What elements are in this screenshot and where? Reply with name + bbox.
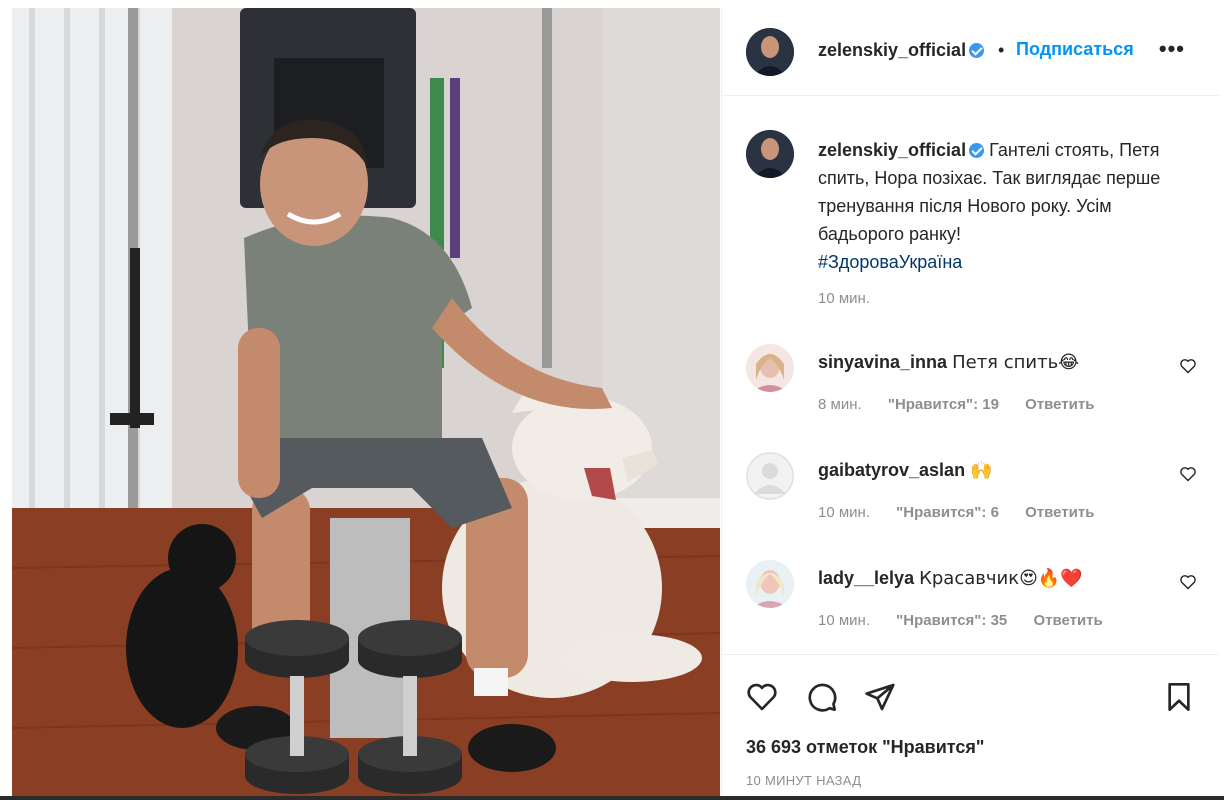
caption-hashtag[interactable]: #ЗдороваУкраїна	[818, 248, 1198, 276]
comment-like-heart-icon[interactable]	[1179, 466, 1197, 482]
comment-text: sinyavina_inna Петя спить😂	[818, 352, 1079, 373]
comment-meta: 10 мин. "Нравится": 6 Ответить	[818, 504, 1116, 521]
comment-time: 10 мин.	[818, 504, 870, 521]
commenter-avatar[interactable]	[746, 452, 794, 500]
comment-like-heart-icon[interactable]	[1179, 574, 1197, 590]
author-username[interactable]: zelenskiy_official	[818, 40, 985, 61]
verified-badge-icon	[969, 143, 985, 158]
comment-text: gaibatyrov_aslan 🙌	[818, 460, 993, 481]
comment-meta: 8 мин. "Нравится": 19 Ответить	[818, 396, 1116, 413]
likes-count[interactable]: 36 693 отметок "Нравится"	[746, 737, 984, 758]
comment-likes[interactable]: "Нравится": 19	[888, 396, 999, 413]
author-avatar[interactable]	[746, 28, 794, 76]
comment-time: 8 мин.	[818, 396, 862, 413]
bookmark-icon[interactable]	[1163, 681, 1195, 713]
comment-like-heart-icon[interactable]	[1179, 358, 1197, 374]
caption-username[interactable]: zelenskiy_official	[818, 140, 966, 160]
post-timestamp: 10 МИНУТ НАЗАД	[746, 773, 862, 788]
more-options-icon[interactable]: •••	[1159, 36, 1185, 62]
post-side-panel: zelenskiy_official • Подписаться ••• zel…	[721, 8, 1219, 796]
post-photo-illustration	[12, 8, 720, 796]
comment-meta: 10 мин. "Нравится": 35 Ответить	[818, 612, 1125, 629]
paper-plane-icon[interactable]	[864, 681, 896, 713]
heart-icon[interactable]	[746, 681, 778, 713]
comment-body: 🙌	[970, 460, 993, 481]
comment-item: sinyavina_inna Петя спить😂 8 мин. "Нрави…	[722, 344, 1219, 444]
author-username-text[interactable]: zelenskiy_official	[818, 40, 966, 60]
header-separator: •	[998, 40, 1005, 60]
caption-timestamp: 10 мин.	[818, 290, 870, 307]
comment-item: gaibatyrov_aslan 🙌 10 мин. "Нравится": 6…	[722, 452, 1219, 552]
comment-body: Красавчик😍🔥❤️	[919, 568, 1083, 589]
post-caption: zelenskiy_official Гантелі стоять, Петя …	[818, 136, 1198, 276]
comment-text: lady__lelya Красавчик😍🔥❤️	[818, 568, 1083, 589]
reply-button[interactable]: Ответить	[1033, 612, 1102, 629]
post-header: zelenskiy_official • Подписаться •••	[722, 8, 1219, 96]
comment-likes[interactable]: "Нравится": 6	[896, 504, 999, 521]
commenter-avatar[interactable]	[746, 560, 794, 608]
post-actions: 36 693 отметок "Нравится" 10 МИНУТ НАЗАД	[722, 654, 1219, 796]
instagram-post-window: zelenskiy_official • Подписаться ••• zel…	[0, 0, 1224, 800]
reply-button[interactable]: Ответить	[1025, 396, 1094, 413]
commenter-avatar[interactable]	[746, 344, 794, 392]
comment-icon[interactable]	[806, 681, 838, 713]
follow-button[interactable]: Подписаться	[1016, 39, 1134, 60]
commenter-username[interactable]: sinyavina_inna	[818, 352, 947, 372]
caption-author-avatar[interactable]	[746, 130, 794, 178]
comment-item: lady__lelya Красавчик😍🔥❤️ 10 мин. "Нрави…	[722, 560, 1219, 660]
reply-button[interactable]: Ответить	[1025, 504, 1094, 521]
comment-likes[interactable]: "Нравится": 35	[896, 612, 1007, 629]
comment-time: 10 мин.	[818, 612, 870, 629]
window-bottom-border	[0, 796, 1224, 800]
commenter-username[interactable]: lady__lelya	[818, 568, 914, 588]
commenter-username[interactable]: gaibatyrov_aslan	[818, 460, 965, 480]
post-photo[interactable]	[12, 8, 720, 796]
comment-body: Петя спить😂	[952, 352, 1080, 373]
verified-badge-icon	[969, 43, 985, 58]
